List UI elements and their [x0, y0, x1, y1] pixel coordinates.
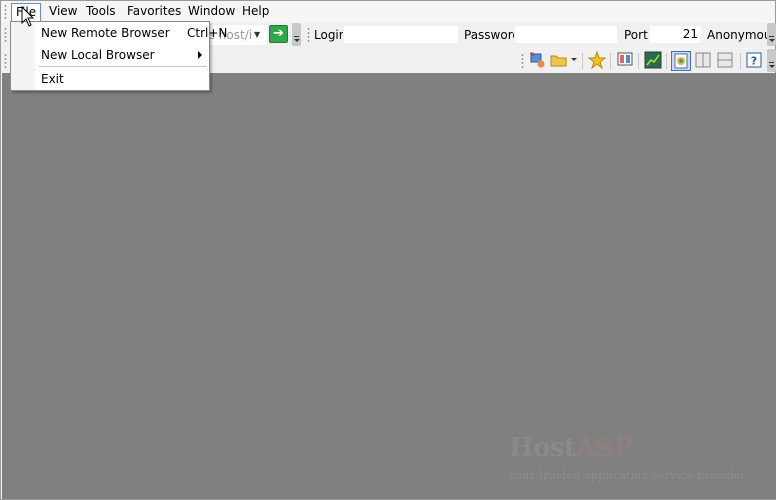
submenu-arrow-icon: [198, 51, 202, 59]
watermark-tagline: your trusted application service provide…: [509, 469, 747, 482]
chart-icon[interactable]: [644, 51, 664, 71]
main-toolbar-overflow-button[interactable]: [767, 49, 776, 72]
svg-text:?: ?: [751, 55, 757, 68]
toolbar-overflow-button[interactable]: [292, 23, 301, 46]
host-dropdown-arrow-icon[interactable]: ▼: [254, 30, 264, 40]
menu-gutter: [11, 22, 35, 90]
split-horizontal-icon[interactable]: [716, 51, 736, 71]
transfer-queue-icon[interactable]: [616, 51, 636, 71]
menu-item-exit[interactable]: Exit: [41, 70, 207, 88]
login-field[interactable]: [343, 25, 459, 44]
toolbar-separator: [740, 53, 741, 69]
mouse-cursor-icon: [21, 6, 35, 27]
toolbar-separator: [638, 53, 639, 69]
menu-window[interactable]: Window: [184, 3, 239, 20]
menu-item-new-remote-browser[interactable]: New Remote Browser Ctrl+N: [41, 24, 227, 42]
port-label: Port: [624, 28, 648, 42]
toolbar-separator: [582, 53, 583, 69]
file-menu-dropdown: New Remote Browser Ctrl+N New Local Brow…: [10, 21, 227, 91]
right-toolbar-grip[interactable]: [521, 53, 524, 69]
folder-dropdown-arrow-icon[interactable]: [571, 58, 577, 61]
login-toolbar-overflow-button[interactable]: [767, 23, 776, 46]
menu-item-shortcut: Ctrl+N: [187, 26, 228, 40]
menu-item-label: Exit: [41, 72, 64, 86]
menu-tools[interactable]: Tools: [82, 3, 120, 20]
login-label: Login: [314, 28, 347, 42]
left-toolbar-grip[interactable]: [4, 53, 7, 69]
view-mode-icon[interactable]: [671, 51, 691, 71]
menu-item-label: New Remote Browser: [41, 26, 170, 40]
menu-view[interactable]: View: [45, 3, 81, 20]
password-label: Password: [464, 28, 521, 42]
menu-item-label: New Local Browser: [41, 48, 155, 62]
menu-bar: File View Tools Favorites Window Help: [1, 1, 775, 22]
menu-separator: [39, 66, 207, 67]
menu-item-new-local-browser[interactable]: New Local Browser: [41, 46, 207, 64]
connect-go-button[interactable]: ➔: [269, 25, 288, 43]
password-field[interactable]: [514, 25, 618, 44]
help-icon[interactable]: ?: [745, 51, 765, 71]
menu-favorites[interactable]: Favorites: [123, 3, 185, 20]
open-local-folder-icon[interactable]: [550, 51, 570, 71]
toolbar-separator: [666, 53, 667, 69]
watermark-logo: HostASP: [509, 433, 633, 463]
split-vertical-icon[interactable]: [694, 51, 714, 71]
workspace-area: [2, 73, 776, 499]
port-field[interactable]: 21: [649, 25, 702, 44]
anonymous-checkbox-label[interactable]: Anonymous: [707, 28, 776, 42]
favorites-star-icon[interactable]: [587, 50, 608, 71]
menu-help[interactable]: Help: [238, 3, 273, 20]
toolbar-grip[interactable]: [4, 27, 7, 44]
login-toolbar-grip[interactable]: [307, 27, 310, 44]
app-window: File View Tools Favorites Window Help he…: [0, 0, 776, 500]
menubar-grip[interactable]: [4, 4, 7, 19]
toolbar-separator: [610, 53, 611, 69]
new-remote-browser-icon[interactable]: [528, 51, 548, 71]
